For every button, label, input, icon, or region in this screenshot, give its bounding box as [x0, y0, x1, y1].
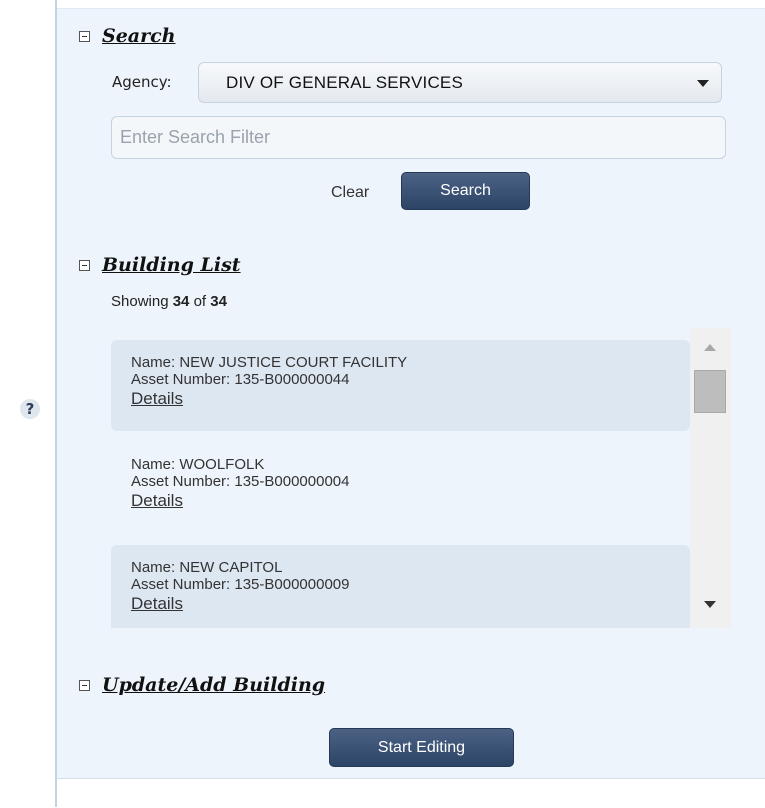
showing-of: of [193, 293, 207, 310]
agency-select[interactable]: DIV OF GENERAL SERVICES [198, 62, 722, 103]
collapse-icon[interactable] [79, 259, 90, 271]
left-rail: ? [0, 0, 55, 807]
building-list-section-title[interactable]: Building List [102, 254, 241, 276]
showing-count-value: 34 [172, 293, 190, 310]
scroll-down-icon[interactable] [704, 601, 716, 608]
details-link[interactable]: Details [131, 593, 690, 614]
search-section-title[interactable]: Search [102, 25, 176, 47]
details-link[interactable]: Details [131, 388, 690, 409]
building-name: Name: NEW CAPITOL [131, 559, 283, 576]
collapse-icon[interactable] [79, 679, 90, 691]
building-asset-number: Asset Number: 135-B000000044 [131, 371, 350, 388]
dropdown-toggle[interactable] [685, 63, 721, 102]
building-name: Name: WOOLFOLK [131, 456, 265, 473]
building-name: Name: NEW JUSTICE COURT FACILITY [131, 354, 408, 371]
building-list[interactable]: Name: NEW JUSTICE COURT FACILITY Asset N… [111, 328, 731, 628]
search-filter-input[interactable] [111, 116, 726, 159]
scroll-up-icon[interactable] [704, 344, 716, 351]
search-button[interactable]: Search [401, 172, 530, 210]
search-section-header[interactable]: Search [79, 25, 176, 47]
update-section-header[interactable]: Update/Add Building [79, 674, 325, 696]
start-editing-button[interactable]: Start Editing [329, 728, 514, 767]
details-link[interactable]: Details [131, 490, 690, 511]
panel-bottom-border [57, 778, 765, 808]
help-icon[interactable]: ? [20, 399, 40, 419]
list-scrollbar[interactable] [690, 328, 731, 628]
agency-selected-value: DIV OF GENERAL SERVICES [226, 73, 463, 92]
showing-prefix: Showing [111, 293, 169, 310]
agency-label: Agency: [112, 73, 172, 91]
building-asset-number: Asset Number: 135-B000000009 [131, 576, 350, 593]
chevron-down-icon [697, 80, 709, 87]
building-list-section-header[interactable]: Building List [79, 254, 241, 276]
collapse-icon[interactable] [79, 30, 90, 42]
list-item[interactable]: Name: NEW CAPITOL Asset Number: 135-B000… [111, 545, 690, 628]
scroll-thumb[interactable] [694, 370, 726, 413]
showing-count: Showing 34 of 34 [111, 293, 227, 310]
list-item[interactable]: Name: WOOLFOLK Asset Number: 135-B000000… [111, 442, 690, 533]
update-section-title[interactable]: Update/Add Building [102, 674, 325, 696]
showing-total-value: 34 [210, 293, 227, 310]
panel-top-border [57, 0, 765, 9]
list-item[interactable]: Name: NEW JUSTICE COURT FACILITY Asset N… [111, 340, 690, 431]
clear-link[interactable]: Clear [331, 184, 369, 202]
building-asset-number: Asset Number: 135-B000000004 [131, 473, 350, 490]
